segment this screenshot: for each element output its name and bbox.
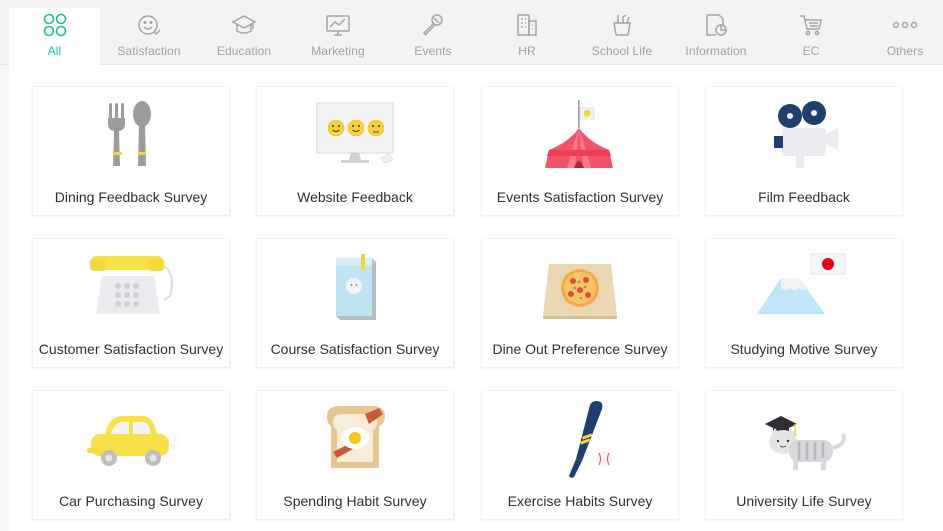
book-icon	[336, 253, 376, 320]
template-title: Customer Satisfaction Survey	[38, 341, 224, 357]
tab-information[interactable]: Information	[669, 8, 763, 65]
toast-egg-icon	[327, 405, 385, 468]
building-icon	[517, 14, 537, 36]
left-gutter	[0, 65, 9, 531]
telephone-icon	[90, 255, 173, 314]
microphone-icon	[422, 14, 443, 36]
category-tab-bar: All Satisfaction Education Marketing Eve…	[0, 0, 943, 66]
tab-label: School Life	[591, 44, 653, 58]
yellow-car-icon	[87, 415, 178, 466]
template-title: Car Purchasing Survey	[59, 493, 203, 509]
tab-hr[interactable]: HR	[480, 8, 574, 65]
pencil-cup-icon	[613, 14, 631, 36]
tab-school-life[interactable]: School Life	[575, 8, 669, 65]
template-card-events-satisfaction[interactable]: Events Satisfaction Survey	[481, 86, 679, 216]
tab-satisfaction[interactable]: Satisfaction	[102, 8, 196, 65]
baseball-bat-icon	[569, 400, 612, 478]
shopping-cart-icon	[800, 15, 822, 36]
template-card-exercise-habits[interactable]: Exercise Habits Survey	[481, 390, 679, 520]
tab-label: Information	[685, 44, 747, 58]
template-title: Dining Feedback Survey	[54, 189, 208, 205]
chart-monitor-icon	[326, 15, 350, 36]
tab-label: Education	[216, 44, 272, 58]
film-camera-icon	[774, 100, 838, 168]
template-card-spending-habit[interactable]: Spending Habit Survey	[256, 390, 454, 520]
template-card-website-feedback[interactable]: Website Feedback	[256, 86, 454, 216]
tent-icon	[545, 99, 613, 168]
tab-events[interactable]: Events	[386, 8, 480, 65]
template-card-customer-satisfaction[interactable]: Customer Satisfaction Survey	[32, 238, 230, 368]
tab-education[interactable]: Education	[197, 8, 291, 65]
template-title: Website Feedback	[297, 189, 413, 205]
tab-marketing[interactable]: Marketing	[291, 8, 385, 65]
template-grid: Dining Feedback Survey Website Feedback …	[9, 65, 943, 531]
monitor-smileys-icon	[316, 101, 394, 163]
template-title: Course Satisfaction Survey	[270, 341, 440, 357]
template-title: Exercise Habits Survey	[507, 493, 653, 509]
template-card-car-purchasing[interactable]: Car Purchasing Survey	[32, 390, 230, 520]
template-card-dining-feedback[interactable]: Dining Feedback Survey	[32, 86, 230, 216]
template-title: Dine Out Preference Survey	[492, 341, 668, 357]
template-card-dine-out-preference[interactable]: Dine Out Preference Survey	[481, 238, 679, 368]
info-chart-icon	[706, 14, 727, 36]
tab-ec[interactable]: EC	[764, 8, 858, 65]
tab-all[interactable]: All	[9, 8, 100, 66]
pizza-box-icon	[543, 263, 617, 319]
template-card-film-feedback[interactable]: Film Feedback	[705, 86, 903, 216]
template-title: Events Satisfaction Survey	[496, 189, 664, 205]
template-card-university-life[interactable]: University Life Survey	[705, 390, 903, 520]
tab-label: All	[47, 44, 62, 58]
template-title: Film Feedback	[758, 189, 850, 205]
template-card-course-satisfaction[interactable]: Course Satisfaction Survey	[256, 238, 454, 368]
template-title: Studying Motive Survey	[730, 341, 878, 357]
tab-others[interactable]: Others	[858, 8, 943, 65]
graduation-cap-icon	[231, 15, 257, 34]
graduate-cat-icon	[765, 415, 846, 470]
template-title: Spending Habit Survey	[283, 493, 427, 509]
tab-label: Satisfaction	[117, 44, 181, 58]
dots-icon	[892, 21, 918, 29]
tab-label: Others	[886, 44, 924, 58]
tab-label: EC	[802, 44, 820, 58]
tab-label: Events	[414, 44, 452, 58]
fork-spoon-icon	[108, 100, 151, 166]
template-title: University Life Survey	[736, 493, 872, 509]
smiley-icon	[138, 15, 161, 36]
template-card-studying-motive[interactable]: Studying Motive Survey	[705, 238, 903, 368]
mount-fuji-flag-icon	[757, 253, 846, 314]
tab-label: HR	[518, 44, 536, 58]
grid-icon	[43, 13, 66, 37]
tab-label: Marketing	[311, 44, 365, 58]
